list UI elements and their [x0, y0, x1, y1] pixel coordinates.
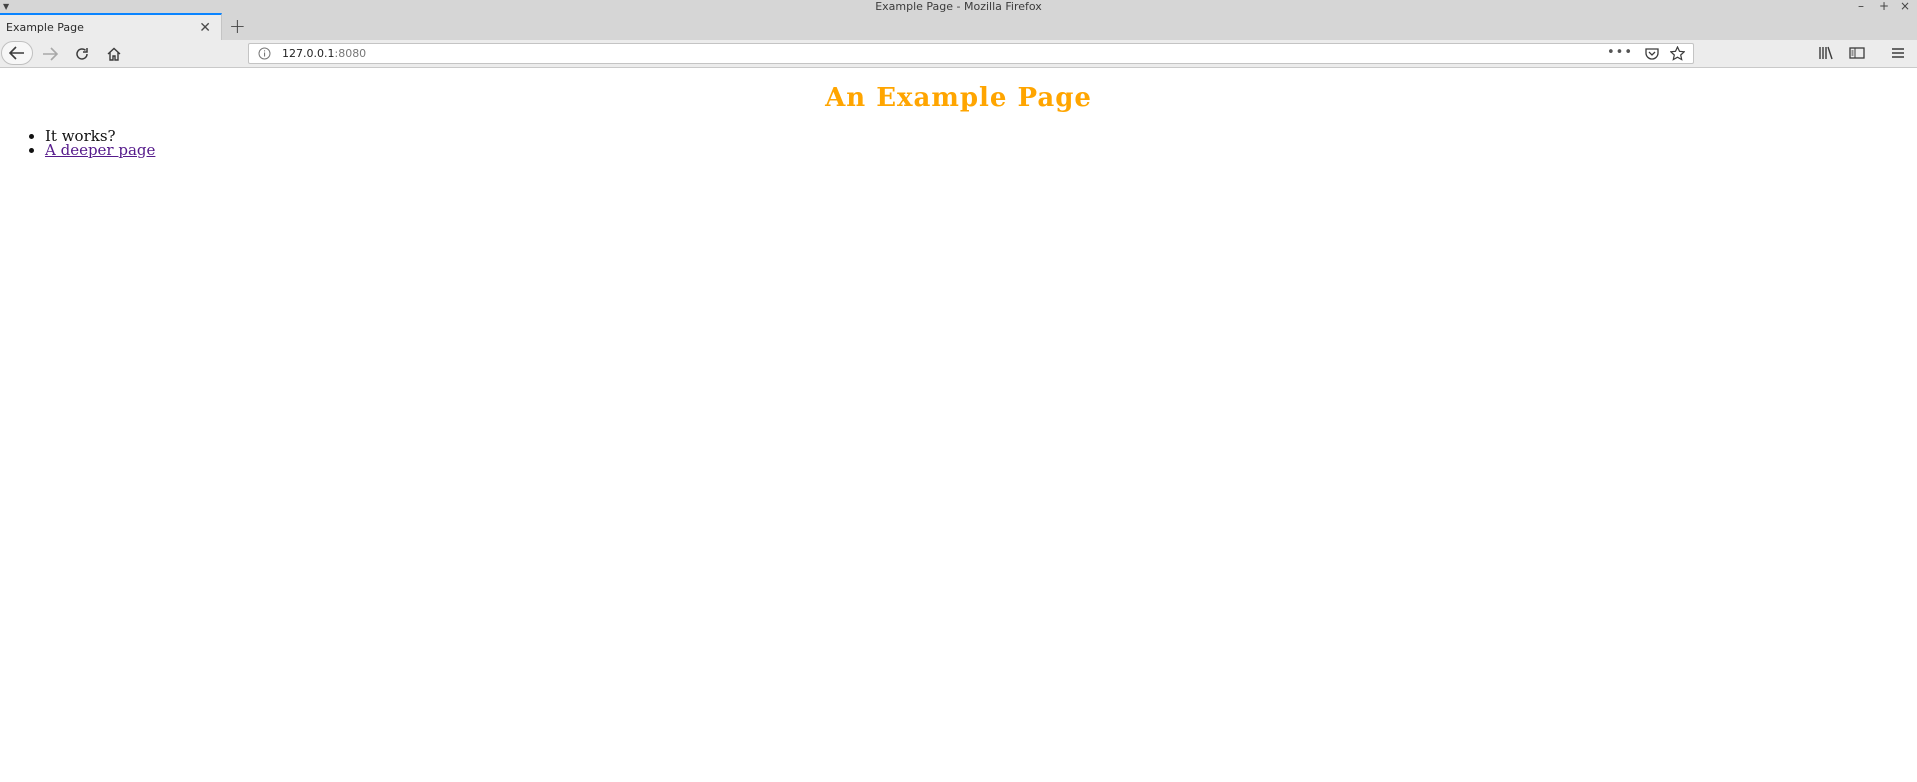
home-icon	[107, 47, 121, 61]
page-content: An Example Page It works? A deeper page	[0, 69, 1917, 782]
forward-icon	[43, 47, 58, 61]
reload-button[interactable]	[72, 45, 92, 63]
tab-strip: Example Page ✕ +	[0, 13, 1917, 40]
sidebar-icon[interactable]	[1849, 46, 1865, 60]
bookmark-star-icon[interactable]	[1670, 46, 1685, 61]
info-icon[interactable]	[258, 47, 271, 60]
tab-label: Example Page	[6, 21, 84, 34]
item-list: It works? A deeper page	[45, 129, 155, 159]
close-window-icon[interactable]: ×	[1900, 0, 1910, 12]
url-host: 127.0.0.1	[282, 47, 335, 60]
tab-example-page[interactable]: Example Page ✕	[0, 13, 222, 40]
minimize-icon[interactable]: –	[1858, 0, 1864, 12]
forward-button[interactable]	[40, 45, 60, 63]
new-tab-icon[interactable]: +	[229, 14, 246, 38]
url-text[interactable]: 127.0.0.1:8080	[282, 47, 366, 60]
back-icon	[9, 46, 24, 60]
page-actions-icon[interactable]: •••	[1607, 45, 1633, 60]
url-bar[interactable]: 127.0.0.1:8080 •••	[248, 43, 1694, 64]
window-titlebar: ▼ Example Page - Mozilla Firefox – + ×	[0, 0, 1917, 13]
close-tab-icon[interactable]: ✕	[199, 20, 211, 36]
navigation-bar: 127.0.0.1:8080 •••	[0, 40, 1917, 68]
url-port: :8080	[334, 47, 367, 60]
maximize-icon[interactable]: +	[1879, 0, 1889, 12]
list-item: A deeper page	[45, 141, 155, 159]
home-button[interactable]	[104, 45, 124, 63]
library-icon[interactable]	[1818, 46, 1834, 60]
page-heading: An Example Page	[825, 83, 1092, 113]
window-title: Example Page - Mozilla Firefox	[875, 0, 1042, 13]
reload-icon	[76, 48, 88, 60]
pocket-icon[interactable]	[1645, 47, 1659, 60]
hamburger-menu-icon[interactable]	[1891, 46, 1905, 60]
deeper-page-link[interactable]: A deeper page	[45, 141, 155, 159]
back-button[interactable]	[1, 41, 33, 65]
